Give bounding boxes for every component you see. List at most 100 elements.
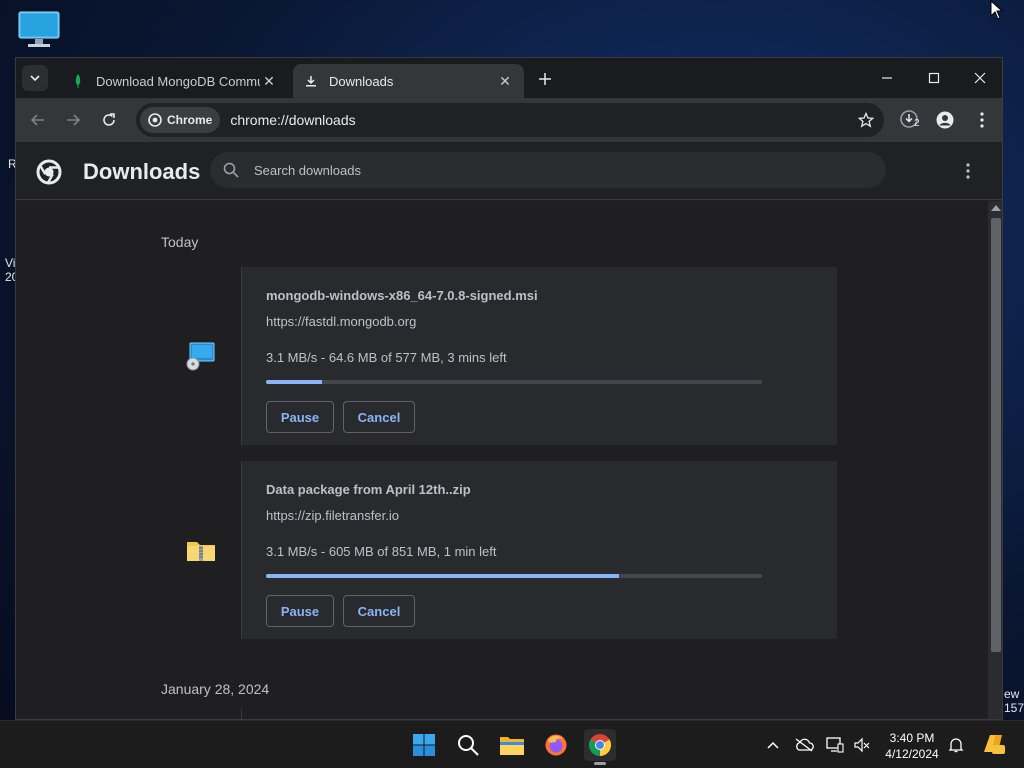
search-icon	[458, 735, 479, 756]
profile-button[interactable]	[931, 106, 959, 134]
url-text[interactable]: chrome://downloads	[230, 112, 852, 128]
windows-start-icon	[413, 734, 435, 756]
copilot-button[interactable]	[980, 732, 1006, 756]
tab-downloads[interactable]: Downloads ✕	[293, 64, 524, 98]
minimize-icon	[882, 77, 892, 79]
search-input[interactable]	[254, 162, 854, 178]
next-item-edge	[241, 709, 242, 719]
scrollbar-thumb[interactable]	[991, 218, 1001, 652]
chevron-down-icon	[30, 75, 40, 82]
windows-taskbar: 3:40 PM 4/12/2024	[0, 720, 1024, 768]
reload-icon	[103, 113, 115, 126]
chrome-logo-icon	[36, 159, 62, 185]
site-info-chip[interactable]: Chrome	[140, 107, 221, 133]
speaker-muted-icon	[854, 737, 870, 753]
close-icon[interactable]: ✕	[496, 72, 514, 90]
page-title: Downloads	[83, 159, 201, 184]
download-icon	[303, 73, 319, 89]
search-downloads-box[interactable]	[210, 152, 886, 188]
star-icon	[858, 112, 874, 128]
desktop-label-fragment: 157	[1004, 701, 1024, 715]
source-url-link[interactable]: https://fastdl.mongodb.org	[266, 314, 416, 329]
downloads-toolbar-button[interactable]: 2	[896, 106, 924, 134]
chrome-menu-button[interactable]	[968, 106, 996, 134]
file-explorer-icon	[500, 737, 524, 755]
search-icon	[223, 162, 239, 178]
cancel-button[interactable]: Cancel	[343, 401, 415, 433]
plus-icon	[539, 73, 551, 85]
address-bar[interactable]: Chrome chrome://downloads	[136, 103, 884, 137]
mouse-cursor-icon	[990, 0, 1004, 20]
kebab-menu-icon	[966, 163, 970, 179]
pause-button[interactable]: Pause	[266, 401, 334, 433]
arrow-right-icon	[67, 114, 81, 126]
tab-strip: Download MongoDB Communi ✕ Downloads ✕	[16, 58, 1002, 98]
cancel-button[interactable]: Cancel	[343, 595, 415, 627]
downloads-more-actions-button[interactable]	[958, 160, 978, 182]
tab-mongodb[interactable]: Download MongoDB Communi ✕	[60, 64, 288, 98]
chrome-taskbar-button[interactable]	[584, 729, 616, 765]
download-status: 3.1 MB/s - 605 MB of 851 MB, 1 min left	[266, 544, 497, 559]
this-pc-desktop-icon[interactable]	[17, 10, 61, 50]
network-monitor-icon	[826, 737, 844, 753]
network-button[interactable]	[825, 735, 845, 755]
maximize-icon	[928, 72, 940, 84]
tab-search-button[interactable]	[22, 65, 48, 91]
firefox-button[interactable]	[540, 729, 572, 761]
download-progress-bar	[266, 574, 762, 578]
site-chip-label: Chrome	[167, 113, 213, 127]
downloads-list: Today mongodb-windows-x86_64-7.0.8-signe…	[16, 201, 988, 719]
zip-folder-icon	[184, 533, 218, 567]
date-header: January 28, 2024	[161, 681, 270, 697]
mongodb-leaf-icon	[70, 73, 86, 89]
close-icon[interactable]: ✕	[260, 72, 278, 90]
volume-button[interactable]	[852, 735, 872, 755]
cloud-offline-icon	[795, 738, 814, 752]
minimize-button[interactable]	[864, 64, 910, 92]
file-name-link[interactable]: mongodb-windows-x86_64-7.0.8-signed.msi	[266, 288, 538, 303]
close-icon	[974, 72, 986, 84]
new-tab-button[interactable]	[534, 68, 556, 90]
clock-time: 3:40 PM	[889, 731, 935, 745]
progress-fill	[266, 380, 322, 384]
scroll-up-arrow-icon[interactable]	[991, 205, 1001, 211]
source-url-link[interactable]: https://zip.filetransfer.io	[266, 508, 399, 523]
download-item: Data package from April 12th..zip https:…	[241, 461, 837, 639]
profile-avatar-icon	[936, 111, 954, 129]
chevron-up-icon	[767, 741, 779, 749]
download-progress-bar	[266, 380, 762, 384]
reload-button[interactable]	[95, 106, 123, 134]
pause-button[interactable]: Pause	[266, 595, 334, 627]
tab-title: Download MongoDB Communi	[96, 73, 260, 89]
back-button[interactable]	[24, 106, 52, 134]
installer-icon	[184, 339, 218, 373]
chrome-icon	[589, 734, 611, 756]
download-item: mongodb-windows-x86_64-7.0.8-signed.msi …	[241, 267, 837, 445]
kebab-menu-icon	[980, 112, 984, 128]
file-name-link[interactable]: Data package from April 12th..zip	[266, 482, 471, 497]
chrome-window: Download MongoDB Communi ✕ Downloads ✕ C…	[15, 57, 1003, 720]
desktop-label-fragment: ew	[1004, 687, 1020, 701]
taskbar-search-button[interactable]	[452, 729, 484, 761]
clock-date: 4/12/2024	[885, 747, 939, 761]
chrome-logo-icon	[148, 113, 162, 127]
page-scrollbar[interactable]	[988, 201, 1002, 719]
downloads-count-badge: 2	[914, 118, 920, 129]
taskbar-clock[interactable]: 3:40 PM 4/12/2024	[876, 730, 948, 762]
notifications-button[interactable]	[946, 735, 966, 755]
forward-button[interactable]	[59, 106, 87, 134]
onedrive-button[interactable]	[794, 735, 814, 755]
bookmark-star-button[interactable]	[852, 106, 880, 134]
show-hidden-icons-button[interactable]	[763, 735, 783, 755]
active-app-indicator	[594, 762, 606, 765]
firefox-icon	[545, 734, 567, 756]
desktop-label-fragment: Vi	[5, 256, 16, 270]
file-explorer-button[interactable]	[496, 729, 528, 761]
start-button[interactable]	[408, 729, 440, 761]
date-header: Today	[161, 234, 199, 250]
close-window-button[interactable]	[957, 64, 1002, 92]
maximize-button[interactable]	[911, 64, 957, 92]
downloads-header: Downloads	[16, 142, 1002, 200]
tab-title: Downloads	[329, 73, 394, 89]
downloads-page: Downloads Today mongodb-windo	[16, 142, 1002, 719]
